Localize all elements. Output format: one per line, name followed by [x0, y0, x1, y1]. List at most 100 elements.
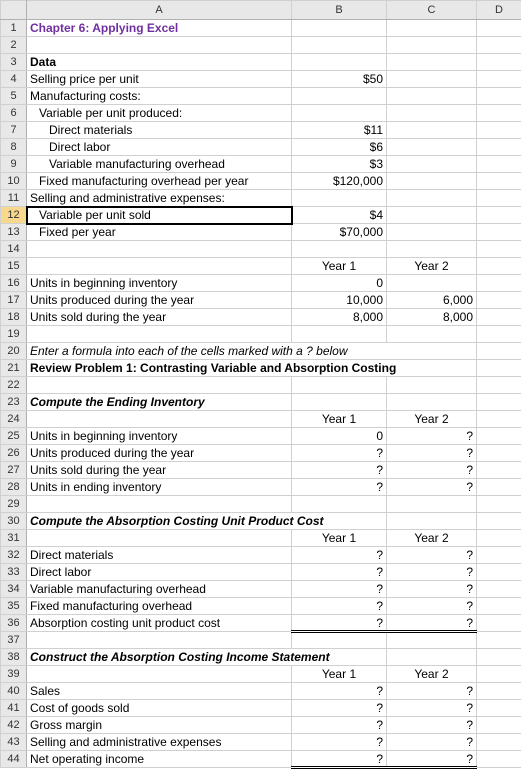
cell-B18[interactable]: 8,000: [292, 309, 387, 326]
row-header[interactable]: 5: [1, 88, 27, 105]
cell-D25[interactable]: [477, 428, 521, 445]
cell-B39[interactable]: Year 1: [292, 666, 387, 683]
cell-B33[interactable]: ?: [292, 564, 387, 581]
cell-A29[interactable]: [27, 496, 292, 513]
row-header[interactable]: 11: [1, 190, 27, 207]
cell-C38[interactable]: [387, 649, 477, 666]
cell-A15[interactable]: [27, 258, 292, 275]
row-header[interactable]: 24: [1, 411, 27, 428]
row-header[interactable]: 22: [1, 377, 27, 394]
cell-D35[interactable]: [477, 598, 521, 615]
cell-B37[interactable]: [292, 632, 387, 649]
cell-D3[interactable]: [477, 54, 521, 71]
row-header[interactable]: 1: [1, 20, 27, 37]
cell-B24[interactable]: Year 1: [292, 411, 387, 428]
col-header-C[interactable]: C: [387, 1, 477, 20]
row-header[interactable]: 44: [1, 751, 27, 768]
cell-C31[interactable]: Year 2: [387, 530, 477, 547]
row-header[interactable]: 20: [1, 343, 27, 360]
cell-D23[interactable]: [477, 394, 521, 411]
cell-B36[interactable]: ?: [292, 615, 387, 632]
cell-A28[interactable]: Units in ending inventory: [27, 479, 292, 496]
cell-C41[interactable]: ?: [387, 700, 477, 717]
cell-C42[interactable]: ?: [387, 717, 477, 734]
row-header[interactable]: 12: [1, 207, 27, 224]
cell-D40[interactable]: [477, 683, 521, 700]
row-header[interactable]: 32: [1, 547, 27, 564]
row-header[interactable]: 25: [1, 428, 27, 445]
row-header[interactable]: 33: [1, 564, 27, 581]
cell-A6[interactable]: Variable per unit produced:: [27, 105, 292, 122]
cell-C13[interactable]: [387, 224, 477, 241]
cell-A26[interactable]: Units produced during the year: [27, 445, 292, 462]
cell-A38[interactable]: Construct the Absorption Costing Income …: [27, 649, 387, 666]
cell-C26[interactable]: ?: [387, 445, 477, 462]
row-header[interactable]: 26: [1, 445, 27, 462]
cell-D28[interactable]: [477, 479, 521, 496]
row-header[interactable]: 36: [1, 615, 27, 632]
cell-C24[interactable]: Year 2: [387, 411, 477, 428]
row-header[interactable]: 3: [1, 54, 27, 71]
cell-C43[interactable]: ?: [387, 734, 477, 751]
cell-A17[interactable]: Units produced during the year: [27, 292, 292, 309]
cell-D13[interactable]: [477, 224, 521, 241]
cell-D2[interactable]: [477, 37, 521, 54]
col-header-A[interactable]: A: [27, 1, 292, 20]
cell-B14[interactable]: [292, 241, 387, 258]
cell-A39[interactable]: [27, 666, 292, 683]
row-header[interactable]: 16: [1, 275, 27, 292]
row-header[interactable]: 31: [1, 530, 27, 547]
row-header[interactable]: 14: [1, 241, 27, 258]
cell-C32[interactable]: ?: [387, 547, 477, 564]
cell-D43[interactable]: [477, 734, 521, 751]
cell-C37[interactable]: [387, 632, 477, 649]
cell-D5[interactable]: [477, 88, 521, 105]
cell-D32[interactable]: [477, 547, 521, 564]
row-header[interactable]: 2: [1, 37, 27, 54]
spreadsheet-grid[interactable]: A B C D 1 Chapter 6: Applying Excel 2 3 …: [0, 0, 521, 769]
cell-C10[interactable]: [387, 173, 477, 190]
cell-B25[interactable]: 0: [292, 428, 387, 445]
cell-B32[interactable]: ?: [292, 547, 387, 564]
cell-A11[interactable]: Selling and administrative expenses:: [27, 190, 292, 207]
cell-A16[interactable]: Units in beginning inventory: [27, 275, 292, 292]
cell-B40[interactable]: ?: [292, 683, 387, 700]
cell-A1[interactable]: Chapter 6: Applying Excel: [27, 20, 292, 37]
cell-C11[interactable]: [387, 190, 477, 207]
row-header[interactable]: 30: [1, 513, 27, 530]
cell-A42[interactable]: Gross margin: [27, 717, 292, 734]
cell-A44[interactable]: Net operating income: [27, 751, 292, 768]
cell-B7[interactable]: $11: [292, 122, 387, 139]
cell-D44[interactable]: [477, 751, 521, 768]
cell-D29[interactable]: [477, 496, 521, 513]
cell-C18[interactable]: 8,000: [387, 309, 477, 326]
cell-C12[interactable]: [387, 207, 477, 224]
cell-C16[interactable]: [387, 275, 477, 292]
row-header[interactable]: 41: [1, 700, 27, 717]
cell-C44[interactable]: ?: [387, 751, 477, 768]
cell-B34[interactable]: ?: [292, 581, 387, 598]
cell-D9[interactable]: [477, 156, 521, 173]
row-header[interactable]: 39: [1, 666, 27, 683]
cell-B6[interactable]: [292, 105, 387, 122]
cell-C30[interactable]: [387, 513, 477, 530]
cell-B22[interactable]: [292, 377, 387, 394]
cell-B17[interactable]: 10,000: [292, 292, 387, 309]
cell-D18[interactable]: [477, 309, 521, 326]
cell-C28[interactable]: ?: [387, 479, 477, 496]
row-header[interactable]: 8: [1, 139, 27, 156]
row-header[interactable]: 4: [1, 71, 27, 88]
cell-C9[interactable]: [387, 156, 477, 173]
cell-C6[interactable]: [387, 105, 477, 122]
row-header[interactable]: 9: [1, 156, 27, 173]
cell-B13[interactable]: $70,000: [292, 224, 387, 241]
cell-B43[interactable]: ?: [292, 734, 387, 751]
cell-C2[interactable]: [387, 37, 477, 54]
cell-D7[interactable]: [477, 122, 521, 139]
cell-C25[interactable]: ?: [387, 428, 477, 445]
row-header[interactable]: 38: [1, 649, 27, 666]
cell-D4[interactable]: [477, 71, 521, 88]
cell-A34[interactable]: Variable manufacturing overhead: [27, 581, 292, 598]
row-header[interactable]: 17: [1, 292, 27, 309]
cell-C29[interactable]: [387, 496, 477, 513]
